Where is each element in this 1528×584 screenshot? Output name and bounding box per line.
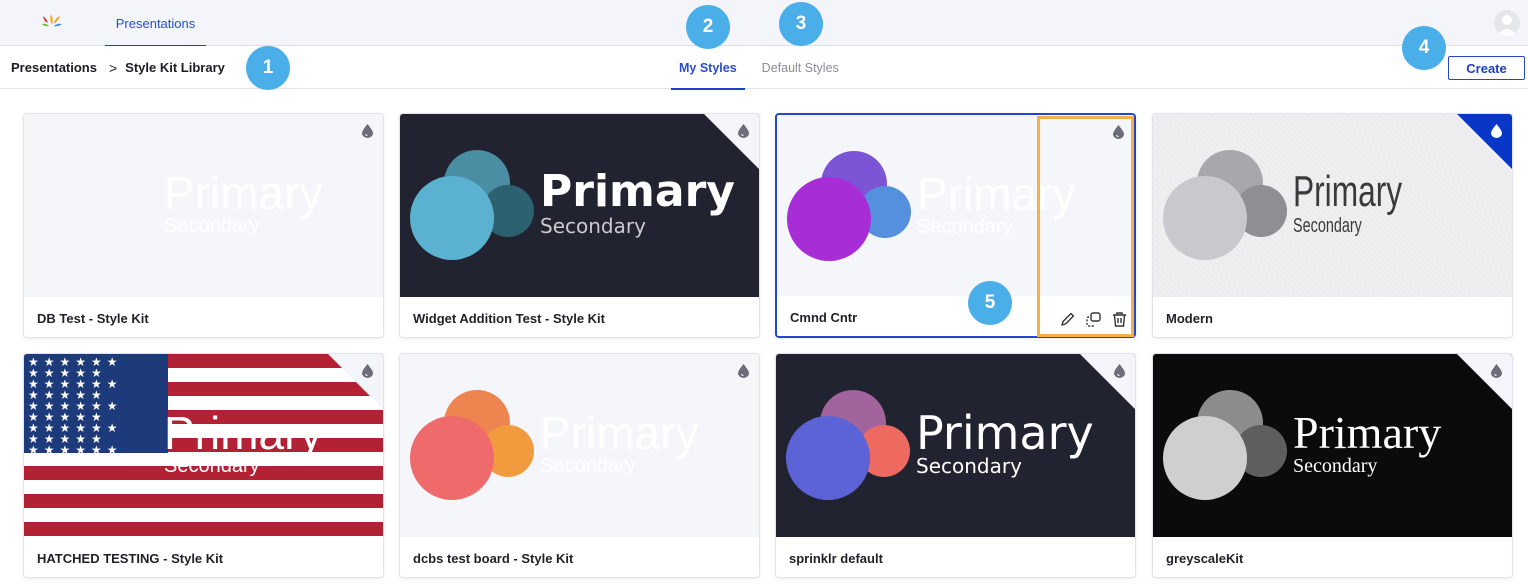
- style-kit-name: HATCHED TESTING - Style Kit: [24, 537, 383, 577]
- callout-badge: 5: [968, 281, 1012, 325]
- color-palette-circles: [786, 390, 910, 508]
- tab-my-styles[interactable]: My Styles: [671, 46, 745, 90]
- sprinklr-logo-icon[interactable]: [40, 12, 64, 32]
- color-drop-icon[interactable]: [738, 364, 749, 378]
- style-kit-name: Modern: [1153, 297, 1512, 337]
- create-button[interactable]: Create: [1448, 56, 1525, 80]
- style-kit-preview[interactable]: Primary Secondary: [1153, 114, 1512, 297]
- palette-circle: [1163, 416, 1247, 500]
- subheader: Presentations > Style Kit Library My Sty…: [0, 46, 1528, 90]
- style-kit-title: DB Test - Style Kit: [37, 310, 149, 326]
- secondary-font-sample: Secondary: [917, 216, 1013, 238]
- style-kit-title: Modern: [1166, 310, 1213, 326]
- style-kit-name: Widget Addition Test - Style Kit: [400, 297, 759, 337]
- primary-font-sample: Primary: [164, 167, 323, 219]
- style-kit-preview[interactable]: Primary Secondary: [777, 115, 1134, 298]
- tab-default-styles[interactable]: Default Styles: [754, 46, 847, 89]
- style-kit-preview[interactable]: ★★★★★★ ★★★★★ ★★★★★★ ★★★★★ ★★★★★★ ★★★★★ ★…: [24, 354, 383, 537]
- breadcrumb-root[interactable]: Presentations: [11, 60, 97, 75]
- flag-canton: ★★★★★★ ★★★★★ ★★★★★★ ★★★★★ ★★★★★★ ★★★★★ ★…: [24, 354, 168, 453]
- palette-circle: [410, 176, 494, 260]
- delete-icon[interactable]: [1111, 311, 1128, 328]
- breadcrumb: Presentations > Style Kit Library: [11, 46, 225, 89]
- style-kit-preview[interactable]: Primary Secondary: [400, 114, 759, 297]
- palette-circle: [786, 416, 870, 500]
- corner-fold: [1457, 354, 1512, 409]
- style-kit-card[interactable]: Primary Secondary Widget Addition Test - S…: [399, 113, 760, 338]
- style-kit-title: greyscaleKit: [1166, 550, 1244, 566]
- color-drop-icon[interactable]: [1114, 364, 1125, 378]
- secondary-font-sample: Secondary: [540, 455, 636, 477]
- card-actions: [1059, 311, 1128, 328]
- primary-font-sample: Primary: [164, 407, 323, 459]
- style-kit-preview[interactable]: Primary Secondary: [776, 354, 1135, 537]
- color-drop-icon[interactable]: [1491, 364, 1502, 378]
- style-kit-name: dcbs test board - Style Kit: [400, 537, 759, 577]
- style-kit-card[interactable]: Primary Secondary DB Test - Style Kit: [23, 113, 384, 338]
- style-kit-card[interactable]: Primary Secondary dcbs test board - Style …: [399, 353, 760, 578]
- style-kit-title: sprinklr default: [789, 550, 883, 566]
- color-palette-circles: [410, 150, 534, 268]
- color-drop-icon[interactable]: [362, 124, 373, 138]
- callout-badge: 2: [686, 5, 730, 49]
- user-avatar-icon[interactable]: [1494, 10, 1520, 36]
- color-palette-circles: [787, 151, 911, 269]
- corner-fold: [1080, 354, 1135, 409]
- style-kit-card[interactable]: ★★★★★★ ★★★★★ ★★★★★★ ★★★★★ ★★★★★★ ★★★★★ ★…: [23, 353, 384, 578]
- secondary-font-sample: Secondary: [164, 215, 260, 237]
- style-kit-preview[interactable]: Primary Secondary: [400, 354, 759, 537]
- default-kit-corner: [1457, 114, 1512, 169]
- style-kit-name: DB Test - Style Kit: [24, 297, 383, 337]
- edit-icon[interactable]: [1059, 311, 1076, 328]
- style-kit-card[interactable]: Primary Secondary Cmnd Cntr: [775, 113, 1136, 338]
- style-kit-name: sprinklr default: [776, 537, 1135, 577]
- color-drop-icon[interactable]: [362, 364, 373, 378]
- color-drop-icon[interactable]: [1113, 125, 1124, 139]
- style-kit-card[interactable]: Primary Secondary sprinklr default: [775, 353, 1136, 578]
- color-palette-circles: [410, 390, 534, 508]
- secondary-font-sample: Secondary: [164, 455, 260, 477]
- corner-fold: [704, 114, 759, 169]
- secondary-font-sample: Secondary: [1293, 455, 1378, 477]
- primary-font-sample: Primary: [540, 166, 735, 217]
- nav-tab-presentations[interactable]: Presentations: [105, 0, 206, 47]
- palette-circle: [410, 416, 494, 500]
- secondary-font-sample: Secondary: [916, 454, 1022, 478]
- breadcrumb-current: Style Kit Library: [125, 60, 225, 75]
- primary-font-sample: Primary: [1293, 407, 1442, 458]
- primary-font-sample: Primary: [1293, 167, 1403, 216]
- style-kit-preview[interactable]: Primary Secondary: [24, 114, 383, 297]
- secondary-font-sample: Secondary: [540, 214, 646, 238]
- callout-badge: 3: [779, 2, 823, 46]
- style-kit-name: greyscaleKit: [1153, 537, 1512, 577]
- style-kit-name: Cmnd Cntr: [777, 296, 1134, 336]
- corner-fold: [328, 354, 383, 409]
- style-kit-title: Cmnd Cntr: [790, 309, 858, 325]
- style-tabs: My Styles Default Styles: [671, 46, 848, 90]
- breadcrumb-separator-icon: >: [108, 59, 118, 76]
- primary-font-sample: Primary: [916, 406, 1094, 460]
- style-kit-title: dcbs test board - Style Kit: [413, 550, 574, 566]
- color-palette-circles: [1163, 150, 1287, 268]
- color-drop-icon[interactable]: [1491, 124, 1502, 138]
- style-kit-card[interactable]: Primary Secondary greyscaleKit: [1152, 353, 1513, 578]
- callout-badge: 4: [1402, 26, 1446, 70]
- top-navigation: Presentations: [0, 0, 1528, 47]
- duplicate-icon[interactable]: [1085, 311, 1102, 328]
- palette-circle: [787, 177, 871, 261]
- style-kit-title: HATCHED TESTING - Style Kit: [37, 550, 224, 566]
- color-palette-circles: [1163, 390, 1287, 508]
- secondary-font-sample: Secondary: [1293, 215, 1362, 237]
- style-kit-title: Widget Addition Test - Style Kit: [413, 310, 605, 326]
- color-drop-icon[interactable]: [738, 124, 749, 138]
- style-kit-card[interactable]: Primary Secondary Modern: [1152, 113, 1513, 338]
- primary-font-sample: Primary: [917, 168, 1076, 220]
- style-kit-preview[interactable]: Primary Secondary: [1153, 354, 1512, 537]
- palette-circle: [1163, 176, 1247, 260]
- callout-badge: 1: [246, 46, 290, 90]
- primary-font-sample: Primary: [540, 407, 699, 459]
